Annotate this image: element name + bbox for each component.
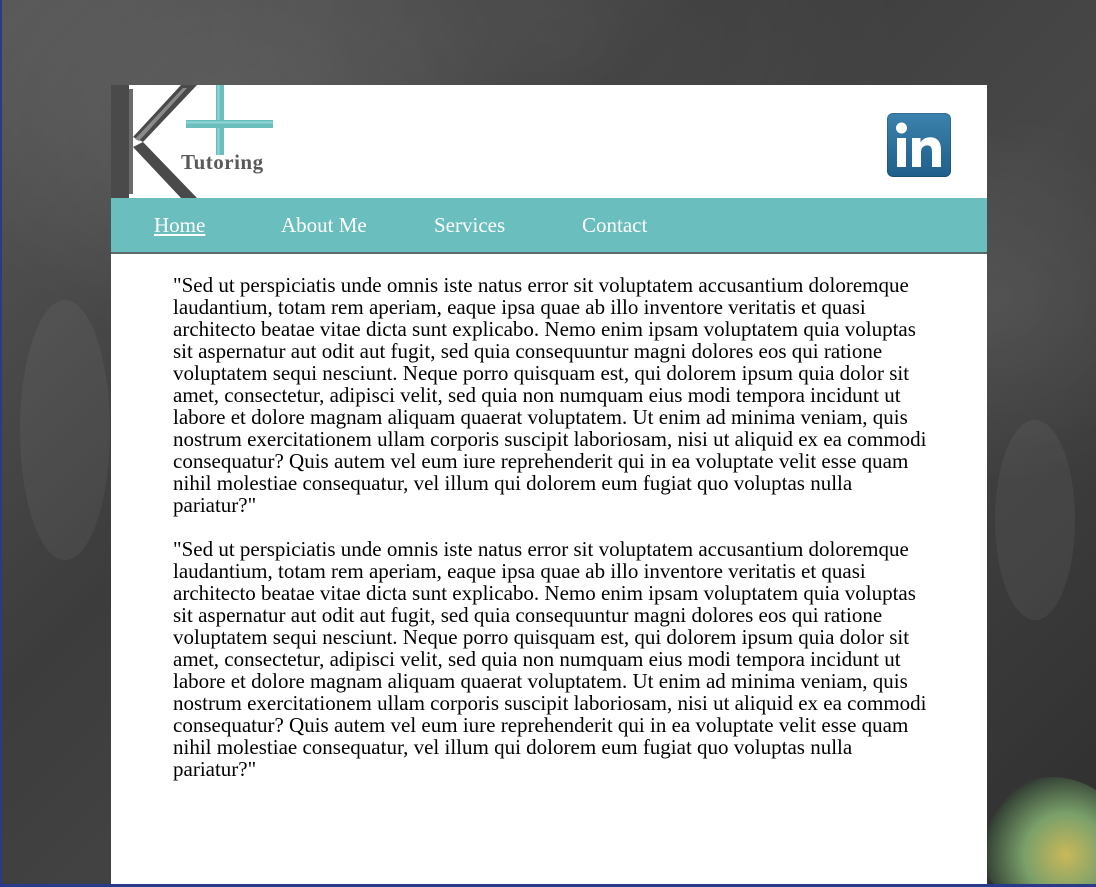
logo-text: Tutoring <box>181 150 264 174</box>
background-chalk-smudge <box>995 420 1075 620</box>
k-plus-logo-icon <box>111 85 273 198</box>
main-content: "Sed ut perspiciatis unde omnis iste nat… <box>173 274 928 802</box>
content-paragraph: "Sed ut perspiciatis unde omnis iste nat… <box>173 273 927 517</box>
nav-item-about-me[interactable]: About Me <box>281 213 367 238</box>
linkedin-link[interactable] <box>887 113 951 177</box>
background-chalk-smudge <box>20 300 110 560</box>
linkedin-icon <box>896 122 941 167</box>
nav-item-services[interactable]: Services <box>434 213 505 238</box>
nav-item-contact[interactable]: Contact <box>582 213 647 238</box>
background-corner-accent <box>976 777 1096 887</box>
site-header: Tutoring <box>111 85 987 198</box>
page-container: Tutoring Home About Me Services Contact … <box>111 85 987 887</box>
main-navigation: Home About Me Services Contact <box>111 198 987 254</box>
nav-item-home[interactable]: Home <box>154 213 205 238</box>
site-logo[interactable]: Tutoring <box>111 85 283 198</box>
content-paragraph: "Sed ut perspiciatis unde omnis iste nat… <box>173 537 927 781</box>
